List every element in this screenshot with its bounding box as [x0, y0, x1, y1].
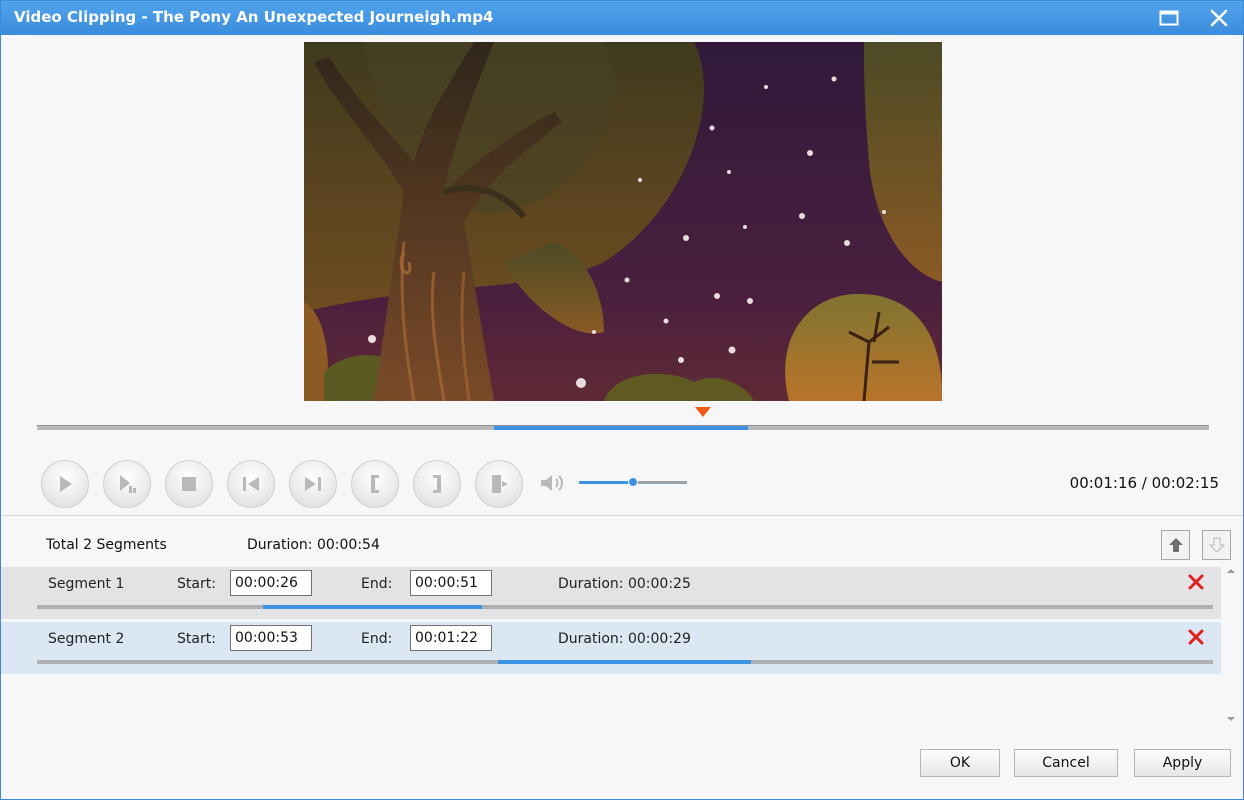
video-clipping-window: Video Clipping - The Pony An Unexpected … [0, 0, 1244, 800]
previous-frame-button[interactable] [227, 460, 275, 508]
total-duration-label: Duration: [247, 537, 313, 553]
move-segment-up-button[interactable] [1161, 530, 1190, 560]
timeline-selection [494, 426, 749, 430]
segment-end-input[interactable] [410, 625, 492, 651]
skip-back-icon [243, 477, 259, 491]
video-preview [304, 42, 942, 401]
scroll-down-arrow [1227, 717, 1235, 721]
maximize-button[interactable] [1157, 7, 1181, 29]
time-display: 00:01:16 / 00:02:15 [1070, 474, 1219, 492]
segment-range-fill [497, 660, 751, 664]
segment-row[interactable]: Segment 2 Start: End: Duration: 00:00:29 [1, 622, 1221, 674]
volume-slider[interactable] [579, 477, 687, 487]
arrow-up-icon [1168, 538, 1183, 552]
segment-duration: Duration: 00:00:25 [558, 576, 691, 592]
bracket-left-icon [371, 475, 379, 493]
segment-end-label: End: [361, 631, 393, 647]
play-button[interactable] [41, 460, 89, 508]
segment-count-label: Total 2 Segments [46, 537, 167, 553]
delete-icon [1188, 574, 1204, 590]
segment-start-label: Start: [177, 576, 216, 592]
total-time: 00:02:15 [1151, 474, 1219, 492]
segment-start-input[interactable] [230, 625, 312, 651]
total-duration-value: 00:00:54 [316, 537, 380, 553]
segment-start-input[interactable] [230, 570, 312, 596]
segment-name: Segment 1 [48, 576, 125, 592]
cancel-button[interactable]: Cancel [1014, 749, 1118, 777]
delete-segment-button[interactable] [1187, 628, 1205, 646]
stop-button[interactable] [165, 460, 213, 508]
bracket-right-icon [433, 475, 441, 493]
close-button[interactable] [1207, 7, 1231, 29]
next-frame-button[interactable] [289, 460, 337, 508]
segment-range-fill [262, 605, 482, 609]
total-duration: Duration: 00:00:54 [247, 537, 380, 553]
volume-thumb[interactable] [628, 477, 638, 487]
move-segment-down-button[interactable] [1202, 530, 1231, 560]
segment-end-label: End: [361, 576, 393, 592]
segment-duration-value: 00:00:29 [627, 631, 691, 647]
volume-level [579, 481, 633, 484]
delete-segment-button[interactable] [1187, 573, 1205, 591]
title-bar[interactable]: Video Clipping - The Pony An Unexpected … [1, 1, 1243, 35]
skip-forward-icon [305, 477, 321, 491]
close-icon [1210, 9, 1228, 27]
maximize-icon [1159, 10, 1179, 26]
segment-row[interactable]: Segment 1 Start: End: Duration: 00:00:25 [1, 567, 1221, 619]
window-title: Video Clipping - The Pony An Unexpected … [14, 8, 494, 26]
segment-duration: Duration: 00:00:29 [558, 631, 691, 647]
timeline-track[interactable] [37, 425, 1209, 430]
play-segment-icon [120, 475, 136, 493]
video-frame-image [304, 42, 942, 401]
stop-icon [182, 477, 196, 491]
set-end-button[interactable] [413, 460, 461, 508]
ok-button[interactable]: OK [920, 749, 1000, 777]
add-segment-button[interactable] [475, 460, 523, 508]
current-time: 00:01:16 [1069, 474, 1138, 492]
segment-range-bar [37, 605, 1213, 609]
scroll-up-arrow [1227, 569, 1235, 573]
section-divider [1, 515, 1243, 516]
delete-icon [1188, 629, 1204, 645]
play-segment-button[interactable] [103, 460, 151, 508]
playhead-marker[interactable] [694, 407, 711, 417]
segment-start-label: Start: [177, 631, 216, 647]
arrow-down-icon [1208, 537, 1225, 553]
segment-range-bar [37, 660, 1213, 664]
segment-duration-label: Duration: [558, 576, 624, 592]
segment-duration-label: Duration: [558, 631, 624, 647]
apply-button[interactable]: Apply [1134, 749, 1231, 777]
time-separator: / [1137, 474, 1152, 492]
segment-name: Segment 2 [48, 631, 125, 647]
volume-icon[interactable] [539, 472, 567, 494]
segment-list-scrollbar[interactable] [1225, 567, 1237, 729]
segment-duration-value: 00:00:25 [627, 576, 691, 592]
play-icon [60, 476, 72, 492]
add-segment-icon [492, 475, 508, 493]
segment-end-input[interactable] [410, 570, 492, 596]
set-start-button[interactable] [351, 460, 399, 508]
